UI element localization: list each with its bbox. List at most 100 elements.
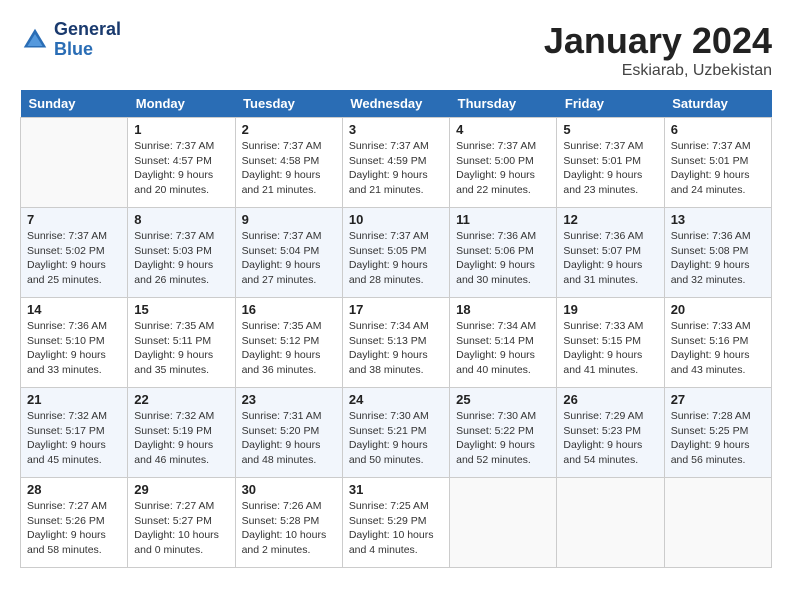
day-number: 14 [27,302,121,317]
day-number: 28 [27,482,121,497]
day-info: Sunrise: 7:27 AMSunset: 5:26 PMDaylight:… [27,499,121,558]
day-number: 26 [563,392,657,407]
day-number: 4 [456,122,550,137]
day-number: 17 [349,302,443,317]
day-number: 24 [349,392,443,407]
day-cell [21,118,128,208]
day-cell: 12 Sunrise: 7:36 AMSunset: 5:07 PMDayligh… [557,208,664,298]
day-number: 20 [671,302,765,317]
day-cell: 17 Sunrise: 7:34 AMSunset: 5:13 PMDayligh… [342,298,449,388]
day-cell: 21 Sunrise: 7:32 AMSunset: 5:17 PMDayligh… [21,388,128,478]
month-title: January 2024 [544,20,772,62]
header-saturday: Saturday [664,90,771,118]
day-info: Sunrise: 7:30 AMSunset: 5:21 PMDaylight:… [349,409,443,468]
day-number: 11 [456,212,550,227]
header-friday: Friday [557,90,664,118]
week-row-2: 7 Sunrise: 7:37 AMSunset: 5:02 PMDaylight… [21,208,772,298]
day-number: 27 [671,392,765,407]
day-cell: 13Sunrise: 7:36 AMSunset: 5:08 PMDayligh… [664,208,771,298]
day-cell: 18Sunrise: 7:34 AMSunset: 5:14 PMDayligh… [450,298,557,388]
day-cell: 25Sunrise: 7:30 AMSunset: 5:22 PMDayligh… [450,388,557,478]
week-row-3: 14 Sunrise: 7:36 AMSunset: 5:10 PMDayligh… [21,298,772,388]
day-info: Sunrise: 7:25 AMSunset: 5:29 PMDaylight:… [349,499,443,558]
day-cell [664,478,771,568]
day-info: Sunrise: 7:37 AMSunset: 5:00 PMDaylight:… [456,139,550,198]
day-cell: 6Sunrise: 7:37 AMSunset: 5:01 PMDaylight… [664,118,771,208]
day-cell: 9Sunrise: 7:37 AMSunset: 5:04 PMDaylight… [235,208,342,298]
day-cell: 4 Sunrise: 7:37 AMSunset: 5:00 PMDaylight… [450,118,557,208]
day-info: Sunrise: 7:36 AMSunset: 5:08 PMDaylight:… [671,229,765,288]
day-cell: 2 Sunrise: 7:37 AMSunset: 4:58 PMDaylight… [235,118,342,208]
day-cell: 26 Sunrise: 7:29 AMSunset: 5:23 PMDayligh… [557,388,664,478]
day-cell: 22Sunrise: 7:32 AMSunset: 5:19 PMDayligh… [128,388,235,478]
header-wednesday: Wednesday [342,90,449,118]
day-info: Sunrise: 7:37 AMSunset: 5:03 PMDaylight:… [134,229,228,288]
day-number: 3 [349,122,443,137]
day-number: 16 [242,302,336,317]
header-tuesday: Tuesday [235,90,342,118]
day-info: Sunrise: 7:37 AMSunset: 4:59 PMDaylight:… [349,139,443,198]
header-thursday: Thursday [450,90,557,118]
logo-icon [20,25,50,55]
day-number: 22 [134,392,228,407]
day-number: 19 [563,302,657,317]
day-number: 9 [242,212,336,227]
logo-text: GeneralBlue [54,20,121,60]
day-info: Sunrise: 7:37 AMSunset: 5:02 PMDaylight:… [27,229,121,288]
day-cell: 27 Sunrise: 7:28 AMSunset: 5:25 PMDayligh… [664,388,771,478]
day-cell [450,478,557,568]
day-number: 7 [27,212,121,227]
day-cell: 30 Sunrise: 7:26 AMSunset: 5:28 PMDayligh… [235,478,342,568]
day-info: Sunrise: 7:37 AMSunset: 5:01 PMDaylight:… [563,139,657,198]
day-number: 2 [242,122,336,137]
location: Eskiarab, Uzbekistan [544,62,772,80]
day-info: Sunrise: 7:34 AMSunset: 5:13 PMDaylight:… [349,319,443,378]
day-number: 23 [242,392,336,407]
day-cell: 3 Sunrise: 7:37 AMSunset: 4:59 PMDaylight… [342,118,449,208]
title-area: January 2024 Eskiarab, Uzbekistan [544,20,772,80]
day-cell: 7 Sunrise: 7:37 AMSunset: 5:02 PMDaylight… [21,208,128,298]
day-info: Sunrise: 7:31 AMSunset: 5:20 PMDaylight:… [242,409,336,468]
day-cell: 15 Sunrise: 7:35 AMSunset: 5:11 PMDayligh… [128,298,235,388]
day-info: Sunrise: 7:37 AMSunset: 4:58 PMDaylight:… [242,139,336,198]
day-cell: 8 Sunrise: 7:37 AMSunset: 5:03 PMDaylight… [128,208,235,298]
day-cell: 5 Sunrise: 7:37 AMSunset: 5:01 PMDaylight… [557,118,664,208]
day-cell: 24 Sunrise: 7:30 AMSunset: 5:21 PMDayligh… [342,388,449,478]
day-info: Sunrise: 7:29 AMSunset: 5:23 PMDaylight:… [563,409,657,468]
day-cell: 1 Sunrise: 7:37 AMSunset: 4:57 PMDaylight… [128,118,235,208]
day-cell: 31 Sunrise: 7:25 AMSunset: 5:29 PMDayligh… [342,478,449,568]
day-number: 30 [242,482,336,497]
day-info: Sunrise: 7:37 AMSunset: 4:57 PMDaylight:… [134,139,228,198]
day-cell: 14 Sunrise: 7:36 AMSunset: 5:10 PMDayligh… [21,298,128,388]
day-info: Sunrise: 7:32 AMSunset: 5:17 PMDaylight:… [27,409,121,468]
day-number: 12 [563,212,657,227]
day-number: 31 [349,482,443,497]
week-row-5: 28 Sunrise: 7:27 AMSunset: 5:26 PMDayligh… [21,478,772,568]
day-cell: 10Sunrise: 7:37 AMSunset: 5:05 PMDayligh… [342,208,449,298]
day-cell: 28 Sunrise: 7:27 AMSunset: 5:26 PMDayligh… [21,478,128,568]
day-info: Sunrise: 7:26 AMSunset: 5:28 PMDaylight:… [242,499,336,558]
day-number: 8 [134,212,228,227]
day-number: 6 [671,122,765,137]
day-info: Sunrise: 7:36 AMSunset: 5:07 PMDaylight:… [563,229,657,288]
day-number: 5 [563,122,657,137]
day-info: Sunrise: 7:35 AMSunset: 5:11 PMDaylight:… [134,319,228,378]
day-info: Sunrise: 7:34 AMSunset: 5:14 PMDaylight:… [456,319,550,378]
day-info: Sunrise: 7:28 AMSunset: 5:25 PMDaylight:… [671,409,765,468]
day-info: Sunrise: 7:33 AMSunset: 5:16 PMDaylight:… [671,319,765,378]
week-row-4: 21 Sunrise: 7:32 AMSunset: 5:17 PMDayligh… [21,388,772,478]
day-number: 21 [27,392,121,407]
day-number: 15 [134,302,228,317]
day-number: 1 [134,122,228,137]
day-cell: 16 Sunrise: 7:35 AMSunset: 5:12 PMDayligh… [235,298,342,388]
day-info: Sunrise: 7:27 AMSunset: 5:27 PMDaylight:… [134,499,228,558]
day-cell: 11 Sunrise: 7:36 AMSunset: 5:06 PMDayligh… [450,208,557,298]
day-cell: 20 Sunrise: 7:33 AMSunset: 5:16 PMDayligh… [664,298,771,388]
day-info: Sunrise: 7:36 AMSunset: 5:06 PMDaylight:… [456,229,550,288]
day-info: Sunrise: 7:33 AMSunset: 5:15 PMDaylight:… [563,319,657,378]
logo: GeneralBlue [20,20,121,60]
day-cell [557,478,664,568]
calendar-table: SundayMondayTuesdayWednesdayThursdayFrid… [20,90,772,568]
day-info: Sunrise: 7:36 AMSunset: 5:10 PMDaylight:… [27,319,121,378]
day-info: Sunrise: 7:35 AMSunset: 5:12 PMDaylight:… [242,319,336,378]
